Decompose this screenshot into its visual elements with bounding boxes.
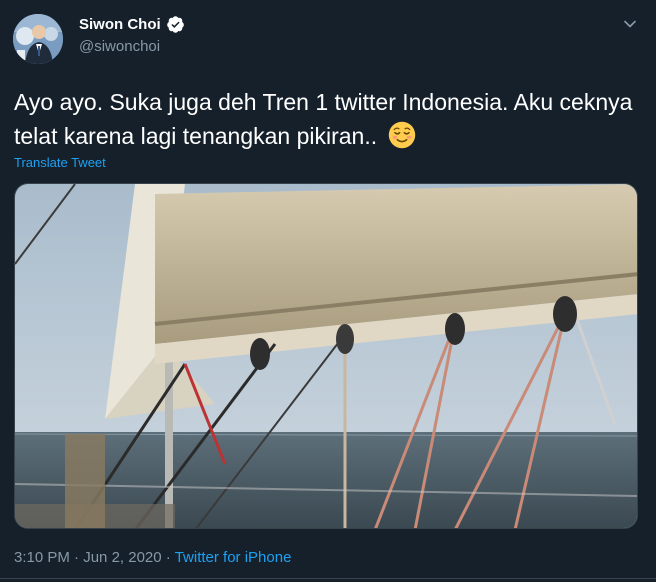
tweet-date[interactable]: Jun 2, 2020 xyxy=(83,549,161,566)
divider xyxy=(0,578,656,579)
relieved-face-emoji-icon xyxy=(388,121,415,149)
user-handle[interactable]: @siwonchoi xyxy=(79,38,160,55)
tweet-time[interactable]: 3:10 PM xyxy=(14,549,70,566)
tweet-media-photo[interactable] xyxy=(14,183,638,529)
tweet-text: Ayo ayo. Suka juga deh Tren 1 twitter In… xyxy=(14,85,634,153)
tweet-metadata: 3:10 PM · Jun 2, 2020 · Twitter for iPho… xyxy=(14,549,291,566)
tweet-text-content: Ayo ayo. Suka juga deh Tren 1 twitter In… xyxy=(14,89,633,149)
sailboat-photo xyxy=(15,184,637,528)
chevron-down-icon[interactable] xyxy=(620,14,640,34)
translate-tweet-link[interactable]: Translate Tweet xyxy=(14,155,106,170)
avatar-image xyxy=(13,14,63,64)
avatar[interactable] xyxy=(13,14,63,64)
display-name[interactable]: Siwon Choi xyxy=(79,15,185,34)
meta-separator: · xyxy=(161,549,175,566)
display-name-text: Siwon Choi xyxy=(79,16,161,33)
meta-separator: · xyxy=(69,549,84,566)
tweet-source-link[interactable]: Twitter for iPhone xyxy=(175,549,292,566)
verified-badge-icon xyxy=(166,16,184,33)
tweet-card: Siwon Choi @siwonchoi Ayo ayo. Suka juga… xyxy=(0,0,656,582)
